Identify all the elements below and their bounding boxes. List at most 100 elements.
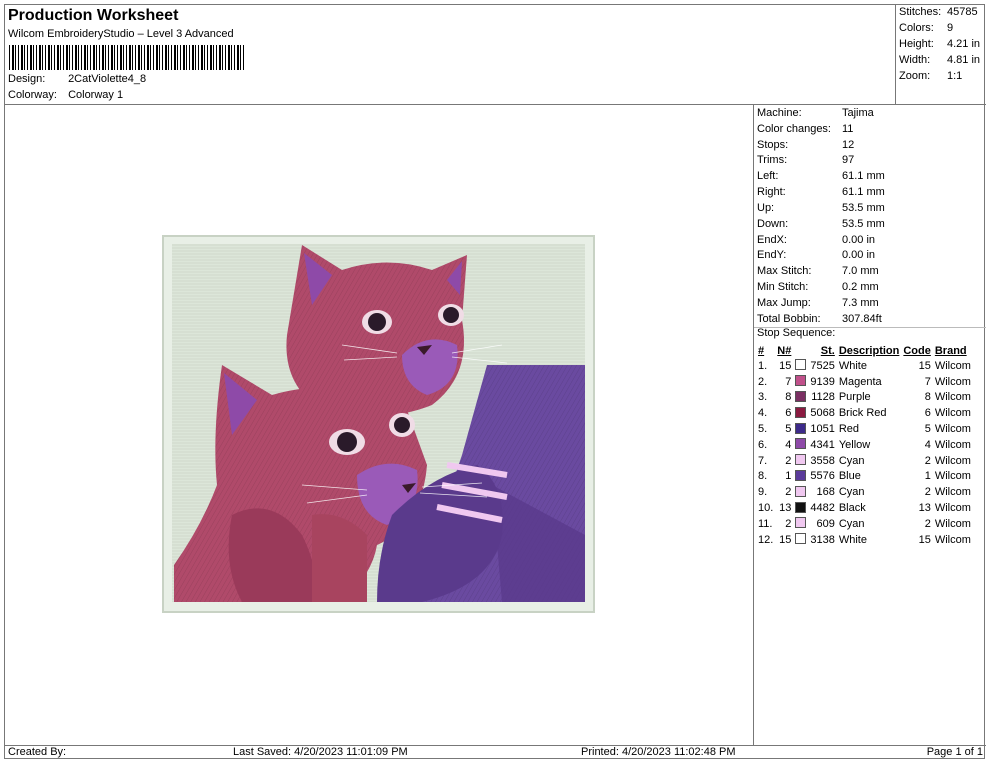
- row-index: 3.: [758, 391, 768, 404]
- row-description: Magenta: [838, 375, 882, 388]
- row-stitches: 609: [816, 517, 835, 530]
- table-row: 3. 8 1128 Purple 8 Wilcom: [756, 390, 973, 406]
- page-title: Production Worksheet: [8, 7, 179, 24]
- worksheet-header: Production Worksheet Wilcom EmbroiderySt…: [5, 5, 896, 105]
- stitches-label: Stitches:: [899, 6, 942, 18]
- table-row: 6. 4 4341 Yellow 4 Wilcom: [756, 437, 973, 453]
- thread-color-swatch: [795, 533, 807, 545]
- row-code: 7: [924, 375, 931, 388]
- row-description: Blue: [838, 470, 861, 483]
- info-row: Stops: 12: [757, 139, 854, 154]
- width-label: Width:: [899, 54, 931, 66]
- row-brand: Wilcom: [934, 391, 971, 404]
- thread-color-swatch: [795, 406, 807, 418]
- barcode: [9, 45, 244, 70]
- row-brand: Wilcom: [934, 438, 971, 451]
- row-code: 2: [924, 486, 931, 499]
- info-row: Down: 53.5 mm: [757, 218, 885, 233]
- col-index-header: #: [758, 344, 765, 357]
- height-label: Height:: [899, 38, 934, 50]
- thread-color-swatch: [795, 485, 807, 497]
- row-index: 7.: [758, 454, 768, 467]
- row-description: Cyan: [838, 517, 865, 530]
- row-index: 6.: [758, 438, 768, 451]
- row-color-swatch: [793, 453, 808, 469]
- created-by: Created By:: [8, 746, 67, 758]
- info-value: 0.00 in: [842, 249, 876, 261]
- row-code: 13: [918, 502, 931, 515]
- worksheet-page: Production Worksheet Wilcom EmbroiderySt…: [4, 4, 986, 759]
- info-row: Max Stitch: 7.0 mm: [757, 265, 879, 280]
- zoom-label: Zoom:: [899, 70, 931, 82]
- last-saved: Last Saved: 4/20/2023 11:01:09 PM: [233, 746, 408, 758]
- row-needle: 15: [779, 533, 792, 546]
- row-description: Yellow: [838, 438, 871, 451]
- info-value: 53.5 mm: [842, 218, 885, 230]
- table-row: 7. 2 3558 Cyan 2 Wilcom: [756, 453, 973, 469]
- row-stitches: 4341: [810, 438, 835, 451]
- thread-color-swatch: [795, 375, 807, 387]
- row-needle: 1: [785, 470, 792, 483]
- row-description: Purple: [838, 391, 871, 404]
- info-value: 61.1 mm: [842, 170, 885, 182]
- page-number: Page 1 of 1: [926, 746, 983, 758]
- info-value: 7.3 mm: [842, 297, 879, 309]
- thread-color-swatch: [795, 517, 807, 529]
- height-value: 4.21 in: [947, 38, 981, 50]
- info-value: 12: [842, 139, 855, 151]
- width-value: 4.81 in: [947, 54, 981, 66]
- row-index: 12.: [758, 533, 774, 546]
- row-brand: Wilcom: [934, 407, 971, 420]
- info-value: Tajima: [842, 107, 874, 119]
- zoom-row: Zoom: 1:1: [899, 70, 962, 82]
- table-row: 10. 13 4482 Black 13 Wilcom: [756, 500, 973, 516]
- info-label: Down:: [757, 218, 789, 230]
- info-label: Max Stitch:: [757, 265, 812, 277]
- row-color-swatch: [793, 405, 808, 421]
- row-index: 8.: [758, 470, 768, 483]
- summary-panel: Stitches: 45785 Colors: 9 Height: 4.21 in W…: [896, 5, 986, 105]
- row-stitches: 9139: [810, 375, 835, 388]
- table-row: 9. 2 168 Cyan 2 Wilcom: [756, 484, 973, 500]
- row-description: Red: [838, 423, 860, 436]
- info-value: 53.5 mm: [842, 202, 885, 214]
- row-description: Black: [838, 502, 866, 515]
- row-index: 11.: [758, 517, 773, 530]
- design-label: Design:: [8, 73, 46, 85]
- row-stitches: 5068: [810, 407, 835, 420]
- stop-sequence-table: # N# St. Description Code Brand 1. 15 7525…: [756, 343, 973, 548]
- table-row: 5. 5 1051 Red 5 Wilcom: [756, 421, 973, 437]
- info-value: 307.84ft: [842, 313, 882, 325]
- info-label: Right:: [757, 186, 786, 198]
- row-color-swatch: [793, 358, 808, 374]
- row-stitches: 168: [816, 486, 835, 499]
- col-needle-header: N#: [777, 344, 792, 357]
- info-value: 11: [842, 123, 854, 135]
- colors-label: Colors:: [899, 22, 934, 34]
- design-preview: [5, 105, 754, 745]
- design-row: Design: 2CatViolette4_8: [8, 73, 146, 85]
- info-label: Left:: [757, 170, 779, 182]
- row-stitches: 3138: [810, 533, 835, 546]
- info-row: Color changes: 11: [757, 123, 853, 138]
- row-description: White: [838, 533, 867, 546]
- row-needle: 4: [785, 438, 792, 451]
- table-row: 12. 15 3138 White 15 Wilcom: [756, 532, 973, 548]
- machine-info-panel: Machine: Tajima Color changes: 11 Stops: 12…: [754, 105, 986, 745]
- info-label: Up:: [757, 202, 775, 214]
- row-needle: 6: [785, 407, 792, 420]
- row-color-swatch: [793, 469, 808, 485]
- embroidery-design-image: [162, 235, 595, 613]
- info-label: Color changes:: [757, 123, 831, 135]
- info-row: Max Jump: 7.3 mm: [757, 297, 879, 312]
- row-stitches: 1051: [810, 423, 835, 436]
- info-value: 0.2 mm: [842, 281, 879, 293]
- row-stitches: 7525: [810, 359, 835, 372]
- info-label: Total Bobbin:: [757, 313, 821, 325]
- row-needle: 2: [785, 454, 792, 467]
- row-brand: Wilcom: [934, 375, 971, 388]
- table-row: 4. 6 5068 Brick Red 6 Wilcom: [756, 405, 973, 421]
- info-value: 61.1 mm: [842, 186, 885, 198]
- info-value: 7.0 mm: [842, 265, 879, 277]
- row-description: White: [838, 359, 867, 372]
